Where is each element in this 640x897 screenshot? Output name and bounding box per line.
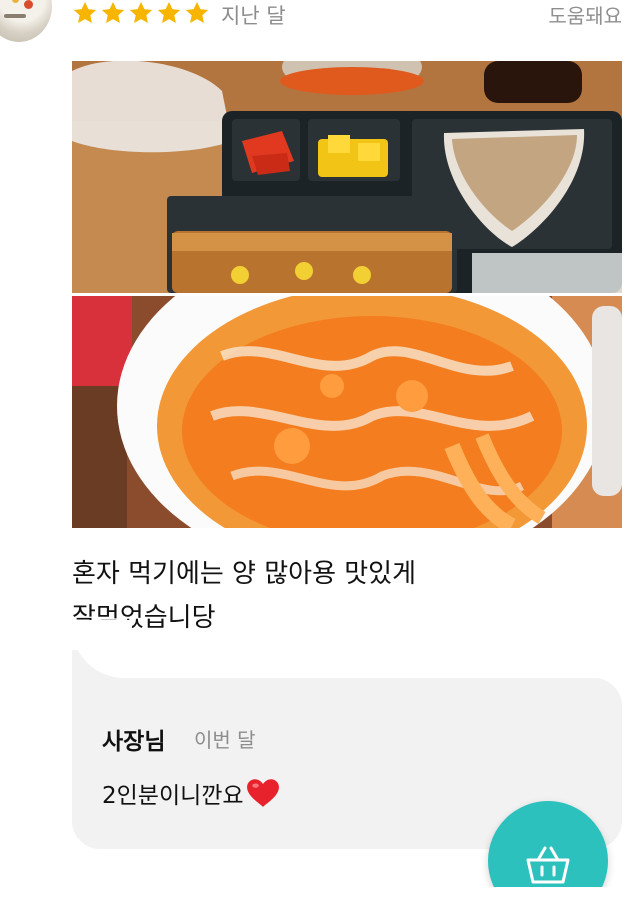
star-icon xyxy=(185,1,209,23)
rating-stars xyxy=(72,0,210,30)
owner-reply-date: 이번 달 xyxy=(194,728,256,752)
review-text: 혼자 먹기에는 양 많아용 맛있게 잘먹었습니당 xyxy=(72,559,417,633)
reviewer-avatar[interactable] xyxy=(0,0,52,42)
heart-icon xyxy=(246,779,279,807)
bottom-edge xyxy=(0,887,640,897)
star-icon xyxy=(73,1,97,23)
owner-name: 사장님 xyxy=(102,729,166,755)
star-icon xyxy=(129,1,153,23)
owner-reply-text: 2인분이니깐요 xyxy=(102,783,244,809)
tteokbokki-photo xyxy=(72,296,622,528)
lunchbox-photo xyxy=(72,61,622,293)
review-date: 지난 달 xyxy=(221,4,286,28)
helpful-button[interactable]: 도움돼요 xyxy=(548,2,622,30)
review-photo-tteokbokki[interactable] xyxy=(72,296,622,528)
owner-reply-message: 2인분이니깐요 xyxy=(102,776,280,810)
review-photo-lunchbox[interactable] xyxy=(72,61,622,293)
cart-basket-icon xyxy=(526,846,570,884)
star-icon xyxy=(101,1,125,23)
star-icon xyxy=(157,1,181,23)
review-page: 지난 달 도움돼요 혼자 먹기에는 양 많아용 맛있게 잘먹었습니당 사장님 이… xyxy=(0,0,640,897)
